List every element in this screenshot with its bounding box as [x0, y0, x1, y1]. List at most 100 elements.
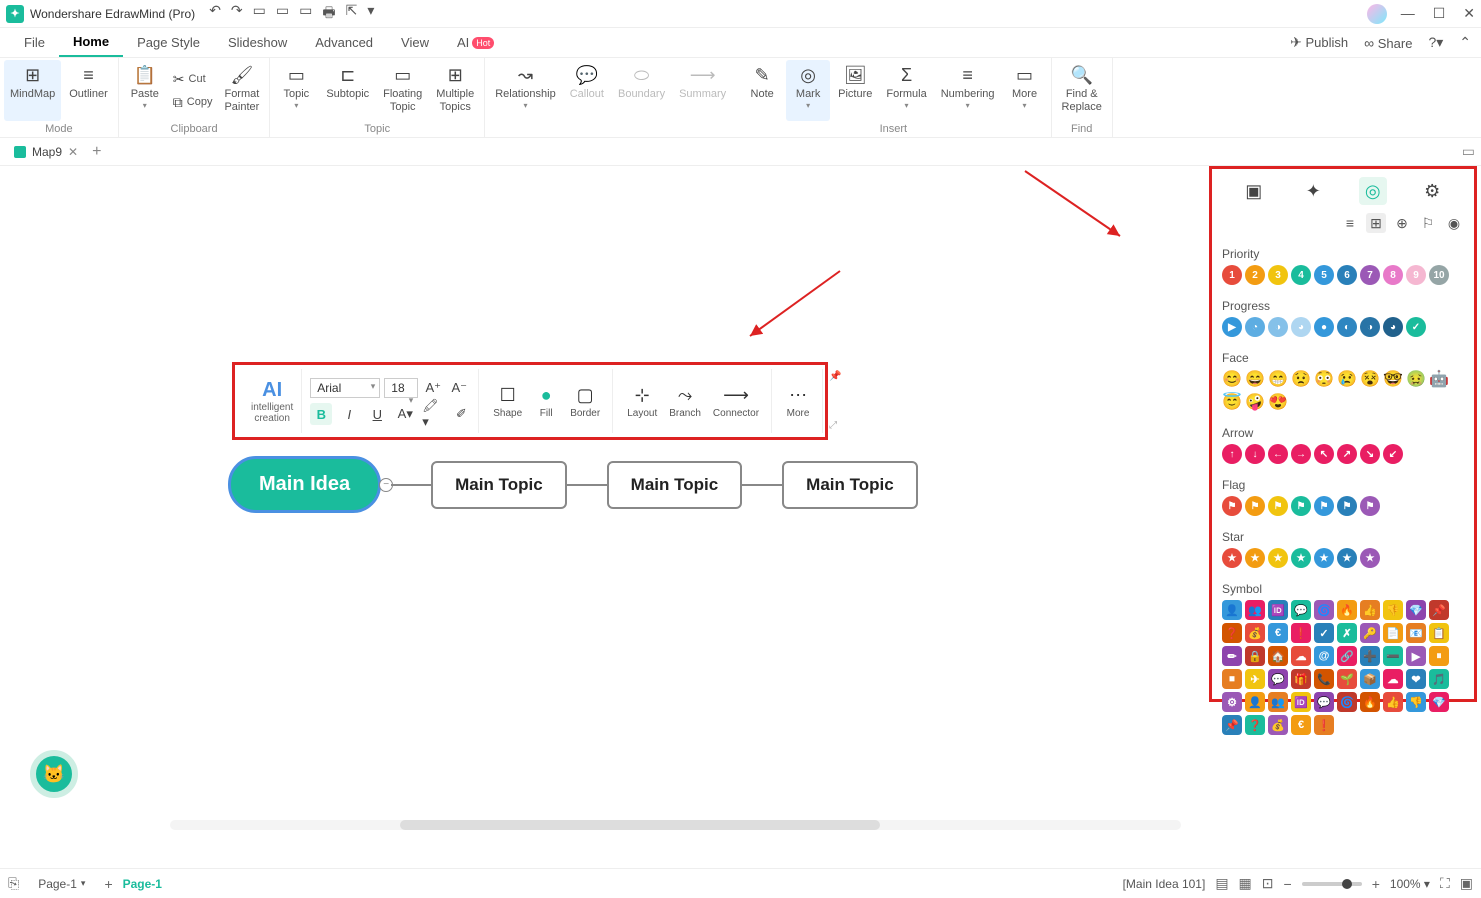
mark-item[interactable]: ★: [1291, 548, 1311, 568]
mark-item[interactable]: ⚑: [1222, 496, 1242, 516]
symbol-mark[interactable]: ➕: [1360, 646, 1380, 666]
focus-mode-icon[interactable]: ▣: [1460, 875, 1473, 892]
symbol-mark[interactable]: 📌: [1222, 715, 1242, 735]
view-grid-icon[interactable]: ⊞: [1366, 213, 1386, 233]
mark-item[interactable]: ★: [1222, 548, 1242, 568]
panel-tab-settings[interactable]: ⚙: [1418, 177, 1446, 205]
fit-page-icon[interactable]: ⊡: [1262, 875, 1274, 892]
mark-item[interactable]: ★: [1314, 548, 1334, 568]
symbol-mark[interactable]: 🎁: [1291, 669, 1311, 689]
mark-item[interactable]: ↑: [1222, 444, 1242, 464]
topic-button[interactable]: ▭Topic▾: [274, 60, 318, 121]
mark-item[interactable]: 🤖: [1429, 369, 1449, 389]
expand-icon[interactable]: ⤢: [829, 420, 841, 431]
mark-settings-icon[interactable]: ◉: [1444, 213, 1464, 233]
canvas-scrollbar[interactable]: [170, 820, 1181, 830]
symbol-mark[interactable]: 👥: [1245, 600, 1265, 620]
mark-item[interactable]: 😢: [1337, 369, 1357, 389]
callout-button[interactable]: 💬Callout: [564, 60, 610, 121]
formula-button[interactable]: ΣFormula▾: [880, 60, 932, 121]
symbol-mark[interactable]: 📌: [1429, 600, 1449, 620]
mark-item[interactable]: 😳: [1314, 369, 1334, 389]
mark-item[interactable]: ★: [1245, 548, 1265, 568]
canvas[interactable]: AI intelligent creation Arial 18 A⁺ A⁻ B…: [0, 166, 1481, 868]
mark-button[interactable]: ◎Mark▾: [786, 60, 830, 121]
mark-item[interactable]: ◑: [1268, 317, 1288, 337]
view-mode-icon[interactable]: ▤: [1215, 875, 1228, 892]
more-button[interactable]: ⋯More: [780, 382, 816, 421]
symbol-mark[interactable]: ⚙: [1222, 692, 1242, 712]
symbol-mark[interactable]: 💎: [1406, 600, 1426, 620]
symbol-mark[interactable]: 👥: [1268, 692, 1288, 712]
symbol-mark[interactable]: 💬: [1314, 692, 1334, 712]
menu-ai[interactable]: AIHot: [443, 28, 508, 57]
increase-font-button[interactable]: A⁺: [422, 377, 444, 399]
mark-item[interactable]: ◕: [1291, 317, 1311, 337]
mark-item[interactable]: ◐: [1337, 317, 1357, 337]
add-mark-icon[interactable]: ⊕: [1392, 213, 1412, 233]
mark-item[interactable]: ↙: [1383, 444, 1403, 464]
mark-item[interactable]: 😄: [1245, 369, 1265, 389]
symbol-mark[interactable]: 👎: [1406, 692, 1426, 712]
qat-dropdown-icon[interactable]: ▾: [367, 2, 374, 26]
symbol-mark[interactable]: ☁: [1291, 646, 1311, 666]
fullscreen-icon[interactable]: ⛶: [1440, 875, 1450, 892]
symbol-mark[interactable]: ❓: [1222, 623, 1242, 643]
panel-tab-mark[interactable]: ◎: [1359, 177, 1387, 205]
outline-panel-icon[interactable]: ⎘: [8, 875, 19, 892]
layout-button[interactable]: ⊹Layout: [621, 382, 663, 421]
zoom-slider[interactable]: [1302, 882, 1362, 886]
symbol-mark[interactable]: 🔥: [1337, 600, 1357, 620]
symbol-mark[interactable]: ❗: [1291, 623, 1311, 643]
connector-button[interactable]: ⟶Connector: [707, 382, 765, 421]
copy-button[interactable]: ⧉Copy: [169, 92, 217, 113]
symbol-mark[interactable]: 💎: [1429, 692, 1449, 712]
mark-item[interactable]: ★: [1268, 548, 1288, 568]
export-icon[interactable]: ⇱: [346, 2, 358, 26]
mark-item[interactable]: 🤓: [1383, 369, 1403, 389]
clear-format-button[interactable]: ✐: [450, 403, 472, 425]
help-icon[interactable]: ?▾: [1428, 34, 1443, 51]
outliner-button[interactable]: ≡Outliner: [63, 60, 114, 121]
relationship-button[interactable]: ↝Relationship▾: [489, 60, 562, 121]
symbol-mark[interactable]: ➖: [1383, 646, 1403, 666]
publish-button[interactable]: ✈ Publish: [1290, 34, 1348, 51]
mark-item[interactable]: 10: [1429, 265, 1449, 285]
symbol-mark[interactable]: ✗: [1337, 623, 1357, 643]
menu-slideshow[interactable]: Slideshow: [214, 28, 301, 57]
branch-button[interactable]: ⤳Branch: [663, 382, 707, 421]
panel-tab-outline[interactable]: ▣: [1240, 177, 1268, 205]
bold-button[interactable]: B: [310, 403, 332, 425]
symbol-mark[interactable]: 🆔: [1268, 600, 1288, 620]
symbol-mark[interactable]: ❓: [1245, 715, 1265, 735]
fill-button[interactable]: ●Fill: [528, 382, 564, 421]
maximize-button[interactable]: ☐: [1433, 5, 1446, 22]
symbol-mark[interactable]: ⏸: [1429, 646, 1449, 666]
topic-node[interactable]: Main Topic: [431, 461, 567, 509]
menu-home[interactable]: Home: [59, 28, 123, 57]
mark-item[interactable]: 1: [1222, 265, 1242, 285]
subtopic-button[interactable]: ⊏Subtopic: [320, 60, 375, 121]
symbol-mark[interactable]: 👤: [1222, 600, 1242, 620]
mark-item[interactable]: ⚑: [1360, 496, 1380, 516]
topic-node[interactable]: Main Topic: [607, 461, 743, 509]
symbol-mark[interactable]: ⏹: [1222, 669, 1242, 689]
mark-item[interactable]: 3: [1268, 265, 1288, 285]
minimize-button[interactable]: —: [1401, 5, 1415, 22]
mark-item[interactable]: 😍: [1268, 392, 1288, 412]
boundary-button[interactable]: ⬭Boundary: [612, 60, 671, 121]
underline-button[interactable]: U: [366, 403, 388, 425]
mark-item[interactable]: ★: [1337, 548, 1357, 568]
symbol-mark[interactable]: 🌀: [1337, 692, 1357, 712]
new-icon[interactable]: ▭: [276, 2, 289, 26]
save-icon[interactable]: ▭: [299, 2, 312, 26]
symbol-mark[interactable]: 💰: [1268, 715, 1288, 735]
floating-topic-button[interactable]: ▭Floating Topic: [377, 60, 428, 121]
panel-toggle-icon[interactable]: ▭: [1462, 143, 1475, 160]
italic-button[interactable]: I: [338, 403, 360, 425]
panel-tab-style[interactable]: ✦: [1299, 177, 1327, 205]
border-button[interactable]: ▢Border: [564, 382, 606, 421]
symbol-mark[interactable]: 🔗: [1337, 646, 1357, 666]
mark-item[interactable]: ↘: [1360, 444, 1380, 464]
symbol-mark[interactable]: ☁: [1383, 669, 1403, 689]
